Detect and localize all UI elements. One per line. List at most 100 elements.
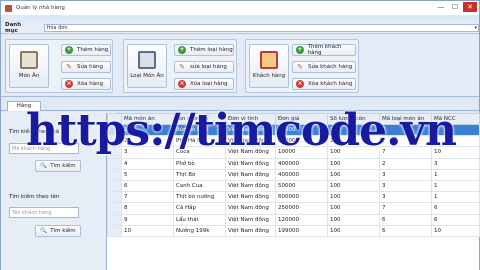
- table-cell: Phở Hà Nội: [173, 135, 226, 148]
- table-cell: Việt Nam đồng: [225, 224, 276, 237]
- app-window: Quản lý nhà hàng — ☐ ✕ Danh mục Hóa đơn …: [0, 0, 480, 270]
- close-button[interactable]: ✕: [463, 2, 477, 12]
- table-cell: Thịt Bò: [173, 168, 226, 181]
- search-by-name-label-text: Tìm kiếm: [50, 228, 76, 234]
- dishes-button[interactable]: Món Ăn: [9, 44, 49, 88]
- table-cell: 9: [121, 213, 174, 226]
- table-cell: Việt Nam đồng: [225, 123, 276, 137]
- minimize-button[interactable]: —: [435, 2, 447, 12]
- col-category-id[interactable]: Mã loại món ăn: [379, 113, 432, 125]
- table-cell: 5: [121, 168, 174, 181]
- edit-customer-label: Sửa khách hàng: [308, 64, 353, 70]
- table-row[interactable]: 4 Phở bò Việt Nam đồng 400000 100 2 3: [107, 157, 480, 170]
- table-row[interactable]: 3 Coca Việt Nam đồng 10000 100 7 10: [107, 146, 480, 159]
- table-cell: 3: [431, 157, 480, 170]
- edit-category-button[interactable]: ✎ sửa loại hàng: [174, 61, 234, 73]
- table-cell: Việt Nam đồng: [225, 146, 276, 159]
- row-header[interactable]: [107, 135, 122, 148]
- table-cell: 7: [379, 135, 432, 148]
- customers-button[interactable]: Khách hàng: [249, 44, 289, 88]
- search-by-name-button[interactable]: 🔍 Tìm kiếm: [35, 225, 81, 237]
- delete-customer-label: Xóa khách hàng: [308, 81, 353, 87]
- add-customer-button[interactable]: + Thêm khách hàng: [292, 44, 356, 56]
- table-cell: 1: [431, 168, 480, 181]
- row-header[interactable]: [107, 157, 122, 170]
- table-row[interactable]: 5 Thịt Bò Việt Nam đồng 400000 100 3 1: [107, 168, 480, 181]
- table-row[interactable]: 1 Bún bò Huế Việt Nam đồng 30000 100 7 1: [107, 123, 480, 137]
- table-cell: Việt Nam đồng: [225, 202, 276, 215]
- delete-dish-button[interactable]: × Xóa hàng: [61, 78, 111, 90]
- search-id-input[interactable]: Mã khách hàng: [9, 143, 79, 154]
- table-cell: Việt Nam đồng: [225, 179, 276, 193]
- delete-category-button[interactable]: × Xóa loại hàng: [174, 78, 234, 90]
- table-row[interactable]: 9 Lẩu thái Việt Nam đồng 120000 100 6 6: [107, 213, 480, 226]
- delete-icon: ×: [65, 80, 73, 88]
- table-cell: 100: [327, 202, 380, 215]
- tab-goods[interactable]: Hàng: [7, 101, 41, 111]
- table-cell: 7: [379, 202, 432, 215]
- customers-label: Khách hàng: [252, 73, 286, 79]
- row-header[interactable]: [107, 213, 122, 226]
- table-cell: Canh Cua: [173, 179, 226, 193]
- row-header[interactable]: [107, 123, 122, 137]
- add-icon: +: [65, 46, 73, 54]
- table-cell: 2: [121, 135, 174, 148]
- edit-customer-button[interactable]: ✎ Sửa khách hàng: [292, 61, 356, 73]
- col-price[interactable]: Đơn giá: [275, 113, 328, 125]
- table-row[interactable]: 2 Phở Hà Nội Việt Nam đồng 25000 100 7 5: [107, 135, 480, 148]
- table-row[interactable]: 6 Canh Cua Việt Nam đồng 50000 100 3 1: [107, 179, 480, 193]
- col-unit[interactable]: Đơn vị tính: [225, 113, 276, 125]
- col-dish-name[interactable]: Tên món ăn: [173, 113, 226, 125]
- add-customer-label: Thêm khách hàng: [307, 44, 342, 56]
- maximize-button[interactable]: ☐: [449, 2, 461, 12]
- table-row[interactable]: 10 Nướng 199k Việt Nam đồng 199000 100 6 10: [107, 224, 480, 237]
- table-cell: Thịt bò nướng: [173, 191, 226, 204]
- row-header[interactable]: [107, 191, 122, 204]
- table-cell: 7: [121, 191, 174, 204]
- search-name-input[interactable]: Tên khách hàng: [9, 207, 79, 218]
- table-cell: 100: [327, 213, 380, 226]
- table-cell: Nướng 199k: [173, 224, 226, 237]
- ribbon-group-categories: Loại Món Ăn + Thêm loại hàng ✎ sửa loại hà…: [123, 39, 237, 93]
- table-cell: 5: [431, 135, 480, 148]
- menu-label[interactable]: Danh mục: [5, 22, 36, 34]
- row-header[interactable]: [107, 168, 122, 181]
- table-row[interactable]: 8 Cá Hấp Việt Nam đồng 250000 100 7 6: [107, 202, 480, 215]
- table-cell: 100: [327, 168, 380, 181]
- table-cell: 6: [379, 224, 432, 237]
- table-cell: 100: [327, 146, 380, 159]
- table-cell: 7: [379, 146, 432, 159]
- row-header[interactable]: [107, 179, 122, 193]
- table-cell: Việt Nam đồng: [225, 168, 276, 181]
- add-dish-label: Thêm hàng: [77, 47, 109, 53]
- category-icon: [138, 51, 156, 69]
- table-cell: 10: [431, 146, 480, 159]
- dishes-table[interactable]: Mã món ăn Tên món ăn Đơn vị tính Đơn giá…: [106, 113, 480, 270]
- dish-categories-button[interactable]: Loại Món Ăn: [127, 44, 167, 88]
- invoice-combo[interactable]: Hóa đơn ▾: [43, 24, 479, 32]
- search-by-id-button[interactable]: 🔍 Tìm kiếm: [35, 160, 81, 172]
- ribbon: Món Ăn + Thêm hàng ✎ Sửa hàng × Xóa hàng Lo…: [1, 35, 479, 97]
- table-cell: 1: [431, 191, 480, 204]
- edit-category-label: sửa loại hàng: [190, 64, 227, 70]
- search-icon: 🔍: [40, 163, 48, 169]
- row-header[interactable]: [107, 202, 122, 215]
- col-supplier-id[interactable]: Mã NCC: [431, 113, 480, 125]
- table-cell: 3: [379, 168, 432, 181]
- table-header: Mã món ăn Tên món ăn Đơn vị tính Đơn giá…: [107, 113, 480, 125]
- edit-dish-button[interactable]: ✎ Sửa hàng: [61, 61, 111, 73]
- row-header[interactable]: [107, 224, 122, 237]
- col-stock[interactable]: Số lượng còn: [327, 113, 380, 125]
- col-dish-id[interactable]: Mã món ăn: [121, 113, 174, 125]
- menu-bar: Danh mục Hóa đơn ▾: [1, 22, 479, 34]
- row-header[interactable]: [107, 146, 122, 159]
- table-row[interactable]: 7 Thịt bò nướng Việt Nam đồng 600000 100 3 1: [107, 191, 480, 204]
- table-cell: 100: [327, 157, 380, 170]
- delete-dish-label: Xóa hàng: [77, 81, 104, 87]
- add-category-button[interactable]: + Thêm loại hàng: [174, 44, 234, 56]
- delete-icon: ×: [178, 80, 186, 88]
- delete-customer-button[interactable]: × Xóa khách hàng: [292, 78, 356, 90]
- add-dish-button[interactable]: + Thêm hàng: [61, 44, 111, 56]
- table-cell: 199000: [275, 224, 328, 237]
- table-cell: Bún bò Huế: [173, 123, 226, 137]
